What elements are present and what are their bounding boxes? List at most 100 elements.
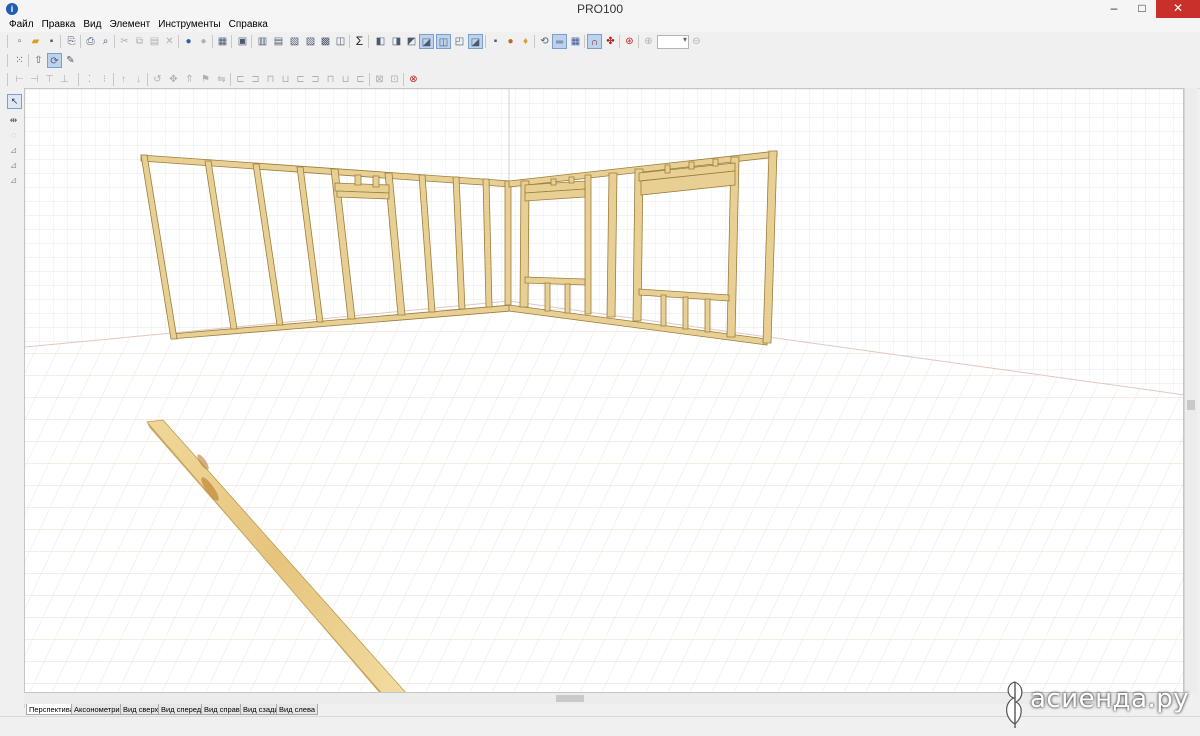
copy-icon[interactable]: ⧉ [132, 34, 147, 49]
light-icon[interactable]: ● [503, 34, 518, 49]
align-toolbar: ⊢ ⊣ ⊤ ⊥ ⁚ ⁝ ↑ ↓ ↺ ✥ ⇑ ⚑ ⇋ ⊏ ⊐ ⊓ ⊔ ⊏ ⊐ ⊓ … [0, 70, 1200, 89]
align-8-icon[interactable]: ⊔ [338, 72, 353, 87]
grid-icon[interactable]: ▦ [568, 34, 583, 49]
flag-icon[interactable]: ⚑ [198, 72, 213, 87]
bulb-icon[interactable]: ♦ [518, 34, 533, 49]
redo-icon[interactable]: ● [196, 34, 211, 49]
open-file-icon[interactable]: ▰ [28, 34, 43, 49]
undo-icon[interactable]: ● [181, 34, 196, 49]
door-icon[interactable]: ▧ [287, 34, 302, 49]
view-render-icon[interactable]: ◪ [468, 34, 483, 49]
menu-help[interactable]: Справка [225, 18, 272, 32]
left-toolbar: ↖ ⇹ ◌ ⊿ ⊿ ⊿ [0, 88, 25, 708]
align-center-h-icon[interactable]: ⊣ [27, 72, 42, 87]
tool-5-icon[interactable]: ⊿ [7, 159, 20, 172]
properties-icon[interactable]: ▣ [235, 34, 250, 49]
select-all-icon[interactable]: ⁙ [12, 53, 27, 68]
menu-file[interactable]: Файл [5, 18, 38, 32]
cabinet-icon[interactable]: ▥ [255, 34, 270, 49]
tab-axonometry[interactable]: Аксонометрия [71, 704, 127, 715]
shelf-icon[interactable]: ▨ [303, 34, 318, 49]
arrow-icon[interactable]: ⇑ [182, 72, 197, 87]
zoom-in-icon[interactable]: ⊕ [641, 34, 656, 49]
watermark-text: асиенда.ру [1030, 684, 1190, 714]
snap-icon[interactable]: ✤ [603, 34, 618, 49]
arrow-up-icon[interactable]: ↑ [116, 72, 131, 87]
zoom-combo[interactable]: ▾ [657, 35, 689, 49]
align-5-icon[interactable]: ⊏ [293, 72, 308, 87]
cut-icon[interactable]: ✂ [117, 34, 132, 49]
magnet-icon[interactable]: ∩ [587, 34, 602, 49]
3d-viewport[interactable] [24, 88, 1184, 693]
camera-icon[interactable]: ▪ [488, 34, 503, 49]
align-left-icon[interactable]: ⊢ [12, 72, 27, 87]
maximize-button[interactable]: □ [1128, 0, 1156, 18]
new-file-icon[interactable]: ▫ [12, 34, 27, 49]
view-side-icon[interactable]: ◨ [389, 34, 404, 49]
align-right-icon[interactable]: ⊤ [42, 72, 57, 87]
tool-4-icon[interactable]: ⊿ [7, 144, 20, 157]
pencil-icon[interactable]: ✎ [63, 53, 78, 68]
mirror-icon[interactable]: ⇋ [214, 72, 229, 87]
export-icon[interactable]: ⎘ [64, 34, 79, 49]
walk-icon[interactable]: ⟲ [537, 34, 552, 49]
stop-icon[interactable]: ⊗ [406, 72, 421, 87]
align-4-icon[interactable]: ⊔ [278, 72, 293, 87]
tab-left-view[interactable]: Вид слева [276, 704, 319, 715]
horizontal-scroll-thumb[interactable] [556, 695, 584, 702]
move-up-icon[interactable]: ⇧ [31, 53, 46, 68]
delete-icon[interactable]: ✕ [162, 34, 177, 49]
view-front-icon[interactable]: ◧ [373, 34, 388, 49]
main-toolbar: ▫ ▰ ▪ ⎘ ⎙ ⌕ ✂ ⧉ ▤ ✕ ● ● ▦ ▣ ▥ ▤ ▧ ▨ ▩ ◫ … [0, 32, 1200, 52]
align-top-icon[interactable]: ⊥ [57, 72, 72, 87]
vertical-scrollbar[interactable] [1184, 88, 1197, 693]
sum-icon[interactable]: Σ [352, 34, 367, 49]
window-title: PRO100 [576, 2, 624, 16]
print-preview-icon[interactable]: ⌕ [98, 34, 113, 49]
paste-icon[interactable]: ▤ [147, 34, 162, 49]
menu-element[interactable]: Элемент [105, 18, 154, 32]
drawer-icon[interactable]: ▤ [271, 34, 286, 49]
close-button[interactable]: ✕ [1156, 0, 1200, 18]
rotate-left-icon[interactable]: ↺ [150, 72, 165, 87]
scene-canvas [25, 89, 1183, 692]
zoom-out-icon[interactable]: ⊖ [689, 34, 704, 49]
align-1-icon[interactable]: ⊏ [233, 72, 248, 87]
align-2-icon[interactable]: ⊐ [248, 72, 263, 87]
tool-3-icon[interactable]: ◌ [7, 129, 20, 142]
distribute-icon[interactable]: ⁚ [82, 72, 97, 87]
distribute-v-icon[interactable]: ⁝ [97, 72, 112, 87]
menu-edit[interactable]: Правка [38, 18, 80, 32]
move-icon[interactable]: ✥ [166, 72, 181, 87]
group-icon[interactable]: ⊠ [372, 72, 387, 87]
library-icon[interactable]: ▦ [215, 34, 230, 49]
tool-6-icon[interactable]: ⊿ [7, 174, 20, 187]
menu-bar: Файл Правка Вид Элемент Инструменты Справка [0, 18, 1200, 32]
watermark-logo-icon [1006, 681, 1023, 728]
vertical-scroll-thumb[interactable] [1187, 400, 1195, 410]
view-hidden-icon[interactable]: ◰ [452, 34, 467, 49]
ungroup-icon[interactable]: ⊡ [387, 72, 402, 87]
align-7-icon[interactable]: ⊓ [323, 72, 338, 87]
rotate-icon[interactable]: ⟳ [47, 53, 62, 68]
tab-perspective[interactable]: Перспектива [26, 704, 77, 715]
measure-icon[interactable]: ⇹ [7, 114, 20, 127]
minimize-button[interactable]: – [1100, 0, 1128, 18]
print-icon[interactable]: ⎙ [83, 34, 98, 49]
target-icon[interactable]: ⊛ [622, 34, 637, 49]
align-9-icon[interactable]: ⊏ [353, 72, 368, 87]
save-file-icon[interactable]: ▪ [44, 34, 59, 49]
menu-tools[interactable]: Инструменты [154, 18, 224, 32]
arrow-down-icon[interactable]: ↓ [131, 72, 146, 87]
align-6-icon[interactable]: ⊐ [308, 72, 323, 87]
fitting-icon[interactable]: ◫ [333, 34, 348, 49]
view-textured-icon[interactable]: ◪ [419, 34, 434, 49]
view-solid-icon[interactable]: ◩ [404, 34, 419, 49]
title-bar: i PRO100 – □ ✕ [0, 0, 1200, 19]
ruler-icon[interactable]: ═ [552, 34, 567, 49]
menu-view[interactable]: Вид [79, 18, 105, 32]
view-wire-icon[interactable]: ◫ [436, 34, 451, 49]
panel-icon[interactable]: ▩ [318, 34, 333, 49]
pointer-icon[interactable]: ↖ [7, 94, 22, 109]
align-3-icon[interactable]: ⊓ [263, 72, 278, 87]
